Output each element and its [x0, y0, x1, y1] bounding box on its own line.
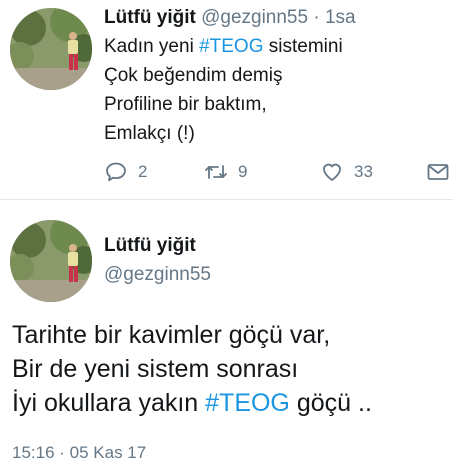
tweet-text: Tarihte bir kavimler göçü var, Bir de ye…	[12, 318, 372, 420]
retweet-icon	[205, 165, 227, 179]
tweet-timestamp[interactable]: 15:16 · 05 Kas 17	[12, 443, 146, 463]
reply-count: 2	[138, 162, 148, 181]
tweet-time[interactable]: 1sa	[325, 7, 356, 28]
reply-icon	[106, 162, 126, 182]
avatar-photo	[10, 8, 92, 90]
author-name[interactable]: Lütfü yiğit	[104, 234, 196, 258]
tweet-line: Tarihte bir kavimler göçü var,	[12, 321, 331, 349]
heart-icon	[323, 163, 341, 181]
author-handle[interactable]: @gezginn55	[104, 263, 211, 287]
author-handle[interactable]: @gezginn55	[201, 7, 308, 28]
like-button[interactable]: 33	[320, 160, 373, 184]
tweet-actions: 2 9 33	[104, 160, 450, 186]
avatar[interactable]	[10, 8, 92, 90]
tweet-line: Kadın yeni #TEOG sistemini	[104, 32, 343, 61]
reply-button[interactable]: 2	[104, 160, 147, 184]
envelope-icon	[427, 164, 449, 180]
author-name[interactable]: Lütfü yiğit	[104, 7, 196, 28]
tweet-line: Çok beğendim demiş	[104, 65, 283, 86]
tweet-line: Emlakçı (!)	[104, 123, 195, 144]
like-count: 33	[354, 162, 373, 181]
tweet-text-segment: Kadın yeni	[104, 36, 200, 57]
retweet-count: 9	[238, 162, 248, 181]
hashtag-link[interactable]: #TEOG	[205, 389, 290, 417]
avatar[interactable]	[10, 220, 92, 302]
avatar-photo	[10, 220, 92, 302]
tweet-focused: Lütfü yiğit @gezginn55 Tarihte bir kavim…	[0, 200, 453, 476]
hashtag-link[interactable]: #TEOG	[199, 36, 263, 57]
tweet-reply[interactable]: Lütfü yiğit @gezginn55 · 1sa Kadın yeni …	[0, 0, 453, 197]
direct-message-button[interactable]	[426, 160, 450, 184]
tweet-header: Lütfü yiğit @gezginn55 · 1sa	[104, 6, 356, 30]
separator-dot: ·	[313, 7, 320, 28]
tweet-line: Bir de yeni sistem sonrası	[12, 355, 299, 383]
tweet-text-segment: göçü ..	[289, 389, 372, 417]
tweet-line: İyi okullara yakın #TEOG göçü ..	[12, 386, 372, 420]
tweet-text-segment: sistemini	[263, 36, 343, 57]
tweet-line: Profiline bir baktım,	[104, 94, 267, 115]
tweet-text: Kadın yeni #TEOG sistemini Çok beğendim …	[104, 32, 343, 148]
tweet-text-segment: İyi okullara yakın	[12, 389, 206, 417]
retweet-button[interactable]: 9	[204, 160, 247, 184]
